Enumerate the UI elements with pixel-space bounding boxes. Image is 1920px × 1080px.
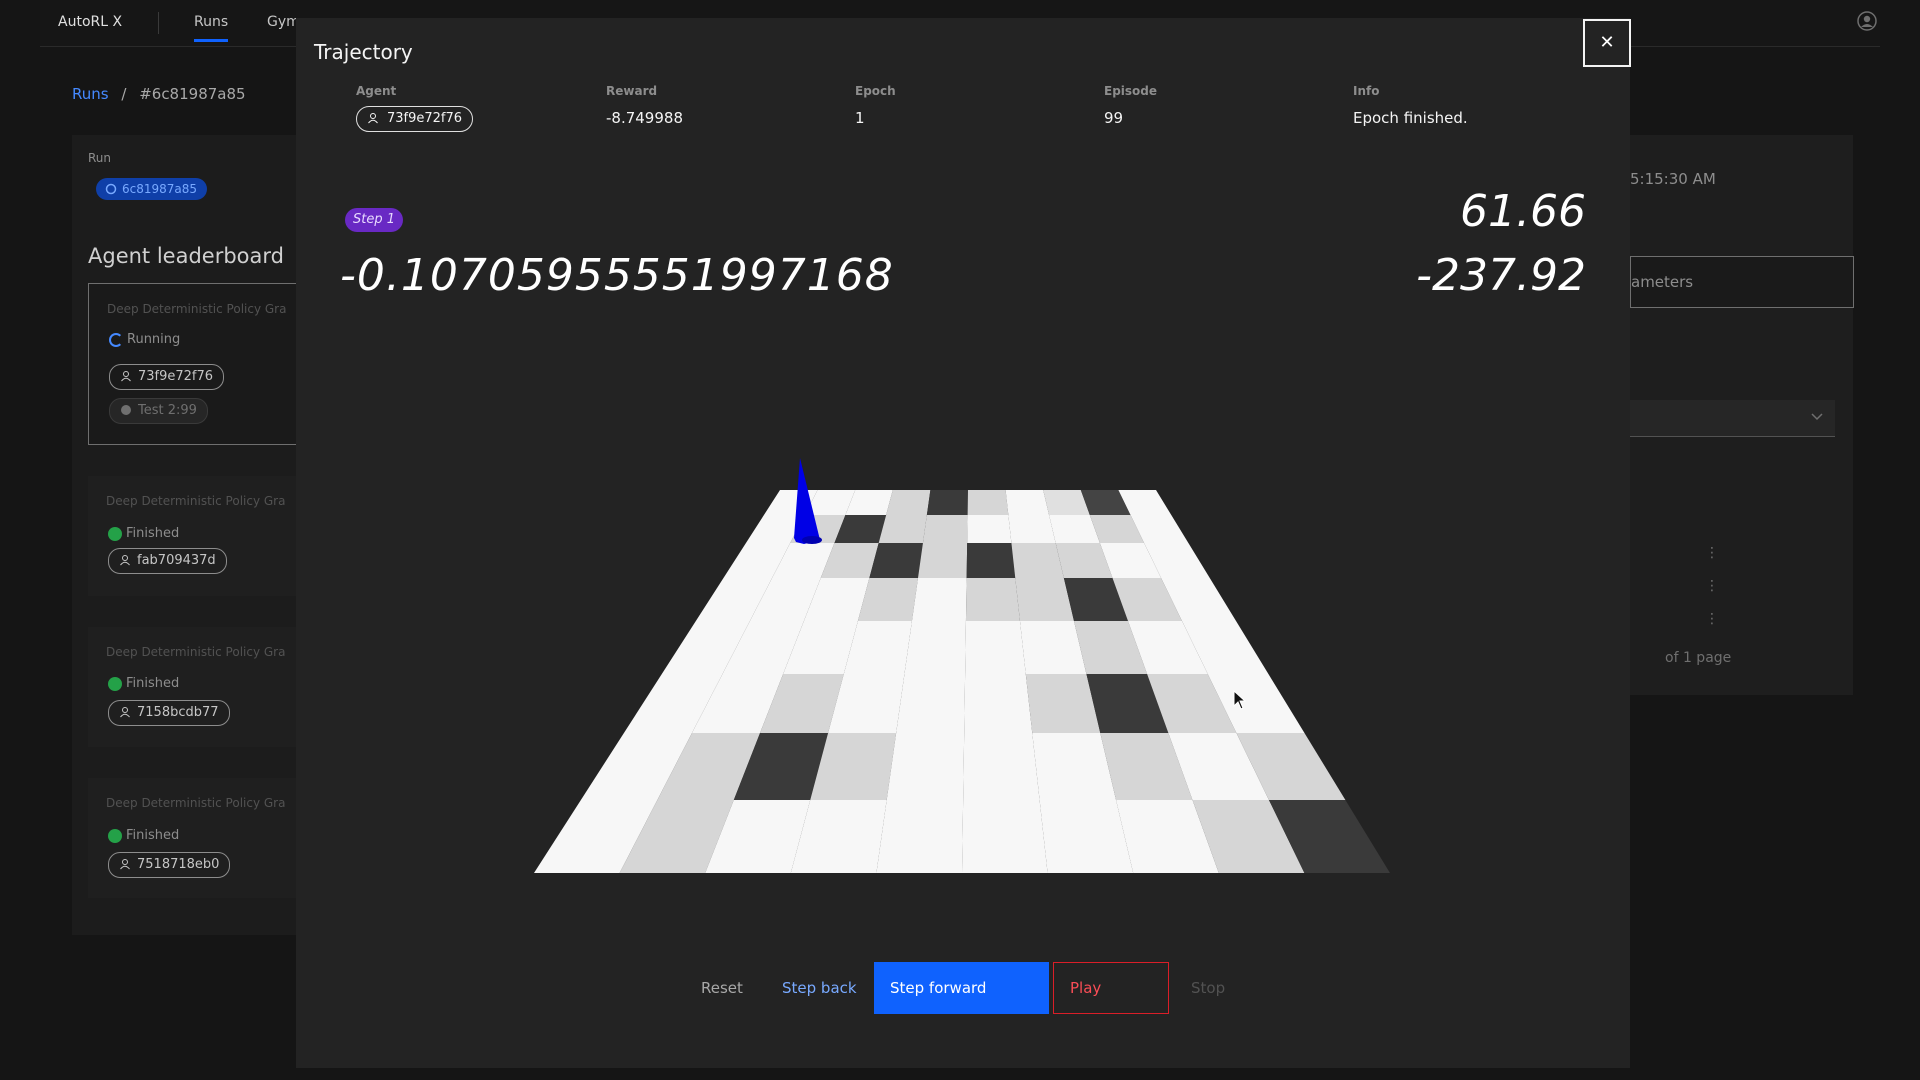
mouse-cursor-icon xyxy=(1233,690,1247,710)
card-status: Finished xyxy=(126,526,180,541)
running-spinner-icon xyxy=(109,333,123,347)
card-algorithm: Deep Deterministic Policy Gra xyxy=(107,302,287,316)
reset-button[interactable]: Reset xyxy=(701,962,743,1014)
agent-icon xyxy=(120,707,130,718)
leaderboard-card[interactable]: Deep Deterministic Policy Gra Finished 7… xyxy=(88,627,318,747)
overflow-menu-icon[interactable]: ⋮ xyxy=(1705,611,1719,627)
card-agent-id: 7158bcdb77 xyxy=(137,705,219,720)
overflow-menu-icon[interactable]: ⋮ xyxy=(1705,578,1719,594)
card-algorithm: Deep Deterministic Policy Gra xyxy=(106,494,286,508)
breadcrumb-separator: / xyxy=(121,85,127,103)
step-forward-button[interactable]: Step forward xyxy=(874,962,1049,1014)
breadcrumb: Runs / #6c81987a85 xyxy=(72,85,246,103)
terrain-tile xyxy=(876,800,964,873)
terrain-tile xyxy=(1011,543,1064,578)
terrain-tile xyxy=(1005,490,1050,515)
card-algorithm: Deep Deterministic Policy Gra xyxy=(106,796,286,810)
nav-runs[interactable]: Runs xyxy=(194,14,229,42)
topbar-divider xyxy=(158,12,159,34)
terrain-tile xyxy=(963,733,1040,800)
card-agent-pill[interactable]: 7518718eb0 xyxy=(108,852,231,878)
agent-icon xyxy=(120,859,130,870)
terrain-tile xyxy=(962,800,1048,873)
terrain-tile xyxy=(886,490,931,515)
card-algorithm: Deep Deterministic Policy Gra xyxy=(106,645,286,659)
terrain-tile xyxy=(869,543,923,578)
terrain-tile xyxy=(967,490,1009,515)
run-tag-label: 6c81987a85 xyxy=(122,182,198,196)
agent-icon xyxy=(121,371,131,382)
agent-icon xyxy=(120,555,130,566)
breadcrumb-runs-link[interactable]: Runs xyxy=(72,85,109,103)
leaderboard-card[interactable]: Deep Deterministic Policy Gra Running 73… xyxy=(88,283,320,445)
run-tag-icon xyxy=(105,183,117,195)
terrain-tile xyxy=(896,674,966,733)
card-test-pill: Test 2:99 xyxy=(109,398,208,424)
card-agent-pill[interactable]: fab709437d xyxy=(108,548,227,574)
breadcrumb-current: #6c81987a85 xyxy=(139,85,246,103)
terrain-grid xyxy=(534,490,1390,873)
step-back-button[interactable]: Step back xyxy=(782,962,857,1014)
nav-gym[interactable]: Gym xyxy=(267,14,300,30)
card-agent-id: fab709437d xyxy=(137,553,216,568)
agent-marker-base xyxy=(802,536,822,544)
terrain-tile xyxy=(965,578,1020,621)
run-start-time: 5:15:30 AM xyxy=(1630,170,1716,188)
card-agent-pill[interactable]: 7158bcdb77 xyxy=(108,700,230,726)
card-status: Finished xyxy=(126,828,180,843)
terrain-tile xyxy=(964,674,1033,733)
leaderboard-card[interactable]: Deep Deterministic Policy Gra Finished 7… xyxy=(88,778,318,898)
card-agent-id: 7518718eb0 xyxy=(137,857,220,872)
finished-check-icon xyxy=(108,527,122,541)
terrain-tile xyxy=(967,515,1012,543)
terrain-tile xyxy=(904,621,966,674)
test-icon xyxy=(121,405,131,415)
leaderboard-card[interactable]: Deep Deterministic Policy Gra Finished f… xyxy=(88,476,318,596)
details-dropdown[interactable] xyxy=(1630,400,1835,437)
brand-name[interactable]: AutoRL X xyxy=(58,14,122,30)
run-tag: 6c81987a85 xyxy=(96,178,208,200)
play-button[interactable]: Play xyxy=(1053,962,1169,1014)
terrain-tile xyxy=(926,490,968,515)
card-status: Finished xyxy=(126,676,180,691)
terrain-tile xyxy=(966,543,1016,578)
terrain-tile xyxy=(878,515,927,543)
finished-check-icon xyxy=(108,677,122,691)
run-label: Run xyxy=(88,151,112,165)
user-avatar-icon[interactable] xyxy=(1856,10,1878,32)
terrain-tile xyxy=(922,515,968,543)
parameters-button-label: ameters xyxy=(1631,273,1694,291)
card-agent-pill[interactable]: 73f9e72f76 xyxy=(109,364,225,390)
terrain-tile xyxy=(1015,578,1074,621)
card-agent-id: 73f9e72f76 xyxy=(138,369,214,384)
finished-check-icon xyxy=(108,829,122,843)
chevron-down-icon xyxy=(1811,413,1823,421)
parameters-button[interactable]: ameters xyxy=(1630,256,1854,308)
trajectory-modal: Trajectory ✕ Agent 73f9e72f76 Reward -8.… xyxy=(296,18,1631,1068)
terrain-tile xyxy=(911,578,967,621)
overflow-menu-icon[interactable]: ⋮ xyxy=(1705,545,1719,561)
leaderboard-title: Agent leaderboard xyxy=(88,244,284,268)
trajectory-3d-scene[interactable] xyxy=(296,18,1630,1068)
card-test-label: Test 2:99 xyxy=(138,403,197,418)
pagination-label: of 1 page xyxy=(1665,650,1732,666)
terrain-tile xyxy=(917,543,968,578)
terrain-tile xyxy=(965,621,1026,674)
terrain-tile xyxy=(1008,515,1056,543)
stop-button[interactable]: Stop xyxy=(1191,962,1225,1014)
terrain-tile xyxy=(886,733,965,800)
card-status: Running xyxy=(127,332,181,347)
